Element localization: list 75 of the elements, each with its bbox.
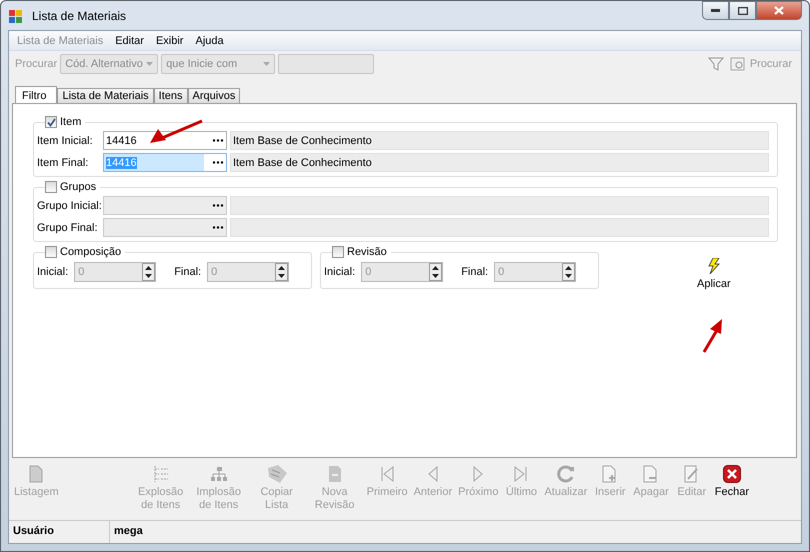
menu-item[interactable]: Ajuda [189, 34, 230, 46]
maximize-button[interactable] [729, 1, 756, 20]
close-button[interactable] [756, 1, 802, 20]
search-icon [730, 56, 746, 72]
insert-document-icon [602, 465, 618, 483]
spin-field[interactable]: 0 [74, 262, 156, 282]
checkbox[interactable] [45, 246, 57, 258]
hierarchy-icon [210, 466, 228, 482]
delete-document-icon [643, 465, 659, 483]
spin-arrows-icon [142, 263, 156, 281]
menu-item[interactable]: Editar [109, 34, 150, 46]
next-icon [473, 466, 484, 482]
field-label: Grupo Final: [37, 222, 99, 234]
field-label: Item Final: [37, 156, 90, 168]
minimize-button[interactable] [702, 1, 729, 20]
checkbox[interactable] [45, 116, 57, 128]
close-icon [722, 465, 741, 483]
search-label: Procurar [15, 58, 58, 70]
document-icon [29, 465, 44, 483]
first-icon [380, 466, 394, 482]
ellipsis-icon[interactable] [210, 161, 226, 164]
status-text: mega [109, 521, 801, 543]
last-icon [514, 466, 528, 482]
mode-dropdown[interactable]: que Inicie com [161, 54, 276, 74]
menu-item[interactable]: Exibir [150, 34, 190, 46]
apply-button[interactable]: Aplicar [697, 258, 731, 290]
field-label: Inicial: [324, 266, 356, 278]
annotation-arrow [701, 318, 725, 354]
lightning-icon [708, 258, 720, 274]
copy-icon [266, 464, 288, 484]
app-icon [8, 8, 24, 24]
spin-field[interactable]: 0 [361, 262, 444, 282]
input-field[interactable]: 14416 [103, 131, 227, 150]
field-label: Grupo Inicial: [37, 200, 100, 212]
annotation-arrow [148, 119, 204, 145]
field-label: Item Inicial: [37, 134, 94, 146]
caret-icon [263, 62, 270, 66]
previous-icon [428, 466, 438, 482]
tab[interactable]: Arquivos [188, 88, 240, 103]
spin-arrows-icon [562, 263, 576, 281]
filter-icon[interactable] [708, 57, 724, 71]
status-text: Usuário [12, 524, 55, 539]
tab[interactable]: Lista de Materiais [57, 88, 154, 103]
description-field: Item Base de Conhecimento [230, 153, 769, 172]
toolbar-button[interactable]: Fechar [712, 464, 752, 499]
window-title: Lista de Materiais [32, 8, 126, 22]
checkbox[interactable] [332, 246, 344, 258]
group-title: Composição [60, 246, 122, 258]
group-title: Revisão [347, 246, 387, 258]
document-icon [328, 465, 342, 483]
minimize-icon [711, 9, 720, 12]
group-title: Item [60, 116, 82, 128]
field-dropdown[interactable]: Cód. Alternativo [60, 54, 158, 74]
spin-arrows-icon [275, 263, 288, 281]
maximize-icon [738, 6, 748, 14]
search-field[interactable] [278, 54, 374, 74]
input-field[interactable]: 14416 [103, 153, 227, 172]
tab[interactable]: Filtro [15, 86, 58, 104]
search-button[interactable]: Procurar [726, 56, 795, 72]
spin-arrows-icon [429, 263, 442, 281]
checkbox[interactable] [45, 181, 57, 193]
group-title: Grupos [60, 181, 96, 193]
close-icon [774, 6, 784, 15]
field-label: Inicial: [37, 266, 68, 278]
description-field: Item Base de Conhecimento [230, 131, 769, 150]
tree-icon [152, 465, 169, 483]
tab[interactable]: Itens [154, 88, 188, 103]
field-label: Final: [461, 266, 488, 278]
edit-icon [684, 465, 700, 483]
spin-field[interactable]: 0 [207, 262, 290, 282]
spin-field[interactable]: 0 [494, 262, 576, 282]
ellipsis-icon[interactable] [210, 139, 226, 142]
caret-icon [146, 62, 154, 66]
field-label: Final: [174, 266, 202, 278]
refresh-icon [556, 465, 575, 483]
